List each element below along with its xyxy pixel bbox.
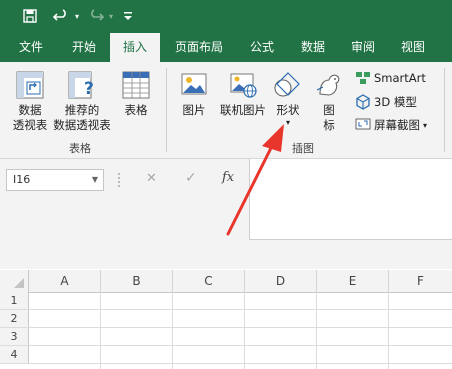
annotation-arrow (226, 124, 284, 236)
